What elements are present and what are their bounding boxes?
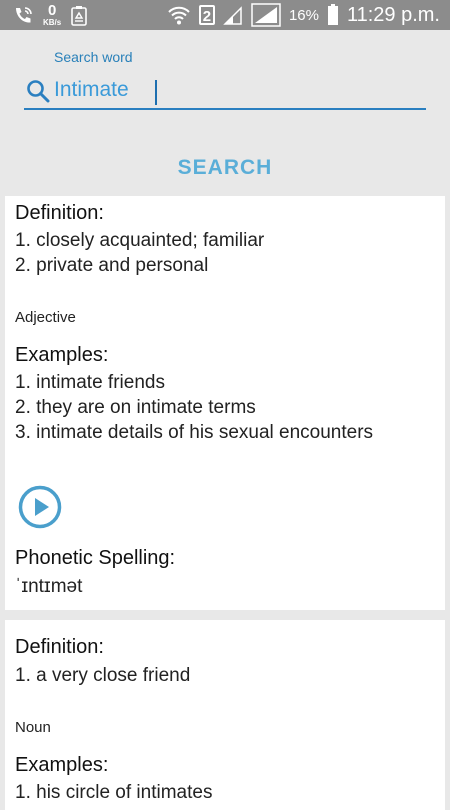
clock: 11:29 p.m. [346,3,440,26]
definition-heading: Definition: [15,202,104,224]
example-item: 1. intimate friends [15,372,165,393]
search-field-label: Search word [54,49,133,65]
definition-item: 1. a very close friend [15,665,191,686]
search-input[interactable] [54,76,414,104]
status-bar: 0 KB/s 2 16% 11:29 p.m. [0,0,450,30]
example-item: 2. they are on intimate terms [15,397,256,418]
result-card: Definition: 1. a very close friend Noun … [5,620,445,810]
wifi-icon [168,6,190,25]
data-rate-unit: KB/s [43,18,62,27]
status-right: 2 16% 11:29 p.m. [167,0,440,30]
phonetic-spelling: ˈɪntɪmət [15,576,83,597]
part-of-speech: Adjective [15,309,76,326]
wifi-calling-icon [16,6,32,23]
sim-slot-badge: 2 [198,5,215,25]
play-pronunciation-icon[interactable] [18,485,62,529]
part-of-speech: Noun [15,719,51,736]
example-item: 1. his circle of intimates [15,782,213,803]
phonetic-heading: Phonetic Spelling: [15,547,176,569]
text-cursor [155,80,157,105]
search-field[interactable] [24,74,426,110]
examples-heading: Examples: [15,344,109,366]
recycle-notification-icon [71,5,88,26]
data-rate-indicator: 0 KB/s [43,2,62,27]
data-rate-value: 0 [47,2,57,19]
definition-item: 1. closely acquainted; familiar [15,230,265,251]
search-button[interactable]: SEARCH [0,150,450,186]
definition-heading: Definition: [15,636,104,658]
status-left: 0 KB/s [12,2,88,27]
example-item: 3. intimate details of his sexual encoun… [15,422,374,443]
result-card: Definition: 1. closely acquainted; famil… [5,196,445,610]
examples-heading: Examples: [15,754,109,776]
signal-sim2-icon [251,3,281,27]
signal-sim1-icon [223,6,242,25]
definition-item: 2. private and personal [15,255,209,276]
search-icon [27,80,50,103]
battery-icon [327,4,338,25]
battery-percent: 16% [288,6,319,24]
